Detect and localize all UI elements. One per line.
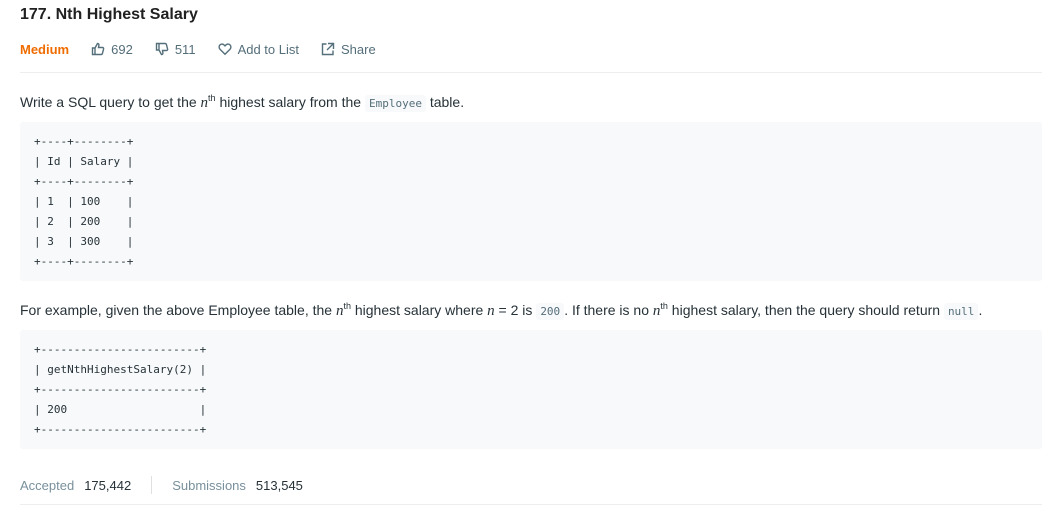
- thumbs-down-icon: [155, 42, 169, 56]
- share-label: Share: [341, 41, 376, 57]
- accepted-count: 175,442: [84, 477, 132, 493]
- description-paragraph-2: For example, given the above Employee ta…: [20, 296, 982, 322]
- text: table.: [425, 94, 465, 110]
- text: .: [978, 302, 983, 318]
- employee-table-code-block: +----+--------+ | Id | Salary | +----+--…: [20, 122, 1042, 281]
- dislike-button[interactable]: 511: [155, 42, 196, 57]
- text: highest salary from the: [215, 94, 365, 110]
- text: highest salary where: [350, 302, 488, 318]
- footer-divider: [20, 504, 1042, 505]
- add-to-list-button[interactable]: Add to List: [217, 41, 299, 57]
- thumbs-up-icon: [91, 42, 105, 56]
- code-line: | 1 | 100 |: [34, 195, 134, 208]
- code-line: | 3 | 300 |: [34, 235, 134, 248]
- text: . If there is no: [564, 302, 653, 318]
- add-to-list-label: Add to List: [237, 41, 299, 57]
- code-line: | 200 |: [34, 403, 207, 416]
- text: = 2 is: [494, 302, 537, 318]
- problem-title: 177. Nth Highest Salary: [20, 6, 198, 23]
- code-line: +----+--------+: [34, 175, 134, 188]
- heart-icon: [217, 43, 232, 56]
- like-count: 692: [111, 41, 133, 57]
- result-table-code-block: +------------------------+ | getNthHighe…: [20, 330, 1042, 449]
- stats-divider: [151, 476, 153, 494]
- superscript: th: [343, 301, 351, 311]
- submissions-count: 513,545: [255, 477, 303, 493]
- submissions-label: Submissions: [172, 477, 246, 493]
- inline-code-null: null: [943, 303, 979, 320]
- superscript: th: [660, 301, 668, 311]
- superscript: th: [208, 93, 216, 103]
- text: highest salary, then the query should re…: [667, 302, 944, 318]
- inline-code-employee: Employee: [364, 95, 426, 112]
- code-line: +------------------------+: [34, 383, 207, 396]
- difficulty-badge: Medium: [20, 41, 70, 57]
- description-paragraph-1: Write a SQL query to get the nth highest…: [20, 88, 464, 114]
- share-button[interactable]: Share: [321, 42, 376, 57]
- submission-stats: Accepted 175,442 Submissions 513,545: [20, 476, 303, 494]
- code-line: | getNthHighestSalary(2) |: [34, 363, 207, 376]
- code-line: +----+--------+: [34, 135, 134, 148]
- code-line: +------------------------+: [34, 343, 207, 356]
- header-divider: [20, 72, 1042, 73]
- code-line: +------------------------+: [34, 423, 207, 436]
- code-line: +----+--------+: [34, 255, 134, 268]
- code-line: | 2 | 200 |: [34, 215, 134, 228]
- share-icon: [321, 42, 335, 56]
- text: Write a SQL query to get the: [20, 94, 201, 110]
- like-button[interactable]: 692: [91, 42, 133, 57]
- math-n: n: [487, 303, 495, 319]
- dislike-count: 511: [174, 41, 196, 57]
- math-n: n: [200, 95, 209, 111]
- text: For example, given the above Employee ta…: [20, 302, 336, 318]
- code-line: | Id | Salary |: [34, 155, 134, 168]
- problem-meta-bar: Medium 692 511 Add to List Share: [20, 40, 398, 58]
- inline-code-200: 200: [536, 303, 565, 320]
- accepted-label: Accepted: [20, 477, 75, 493]
